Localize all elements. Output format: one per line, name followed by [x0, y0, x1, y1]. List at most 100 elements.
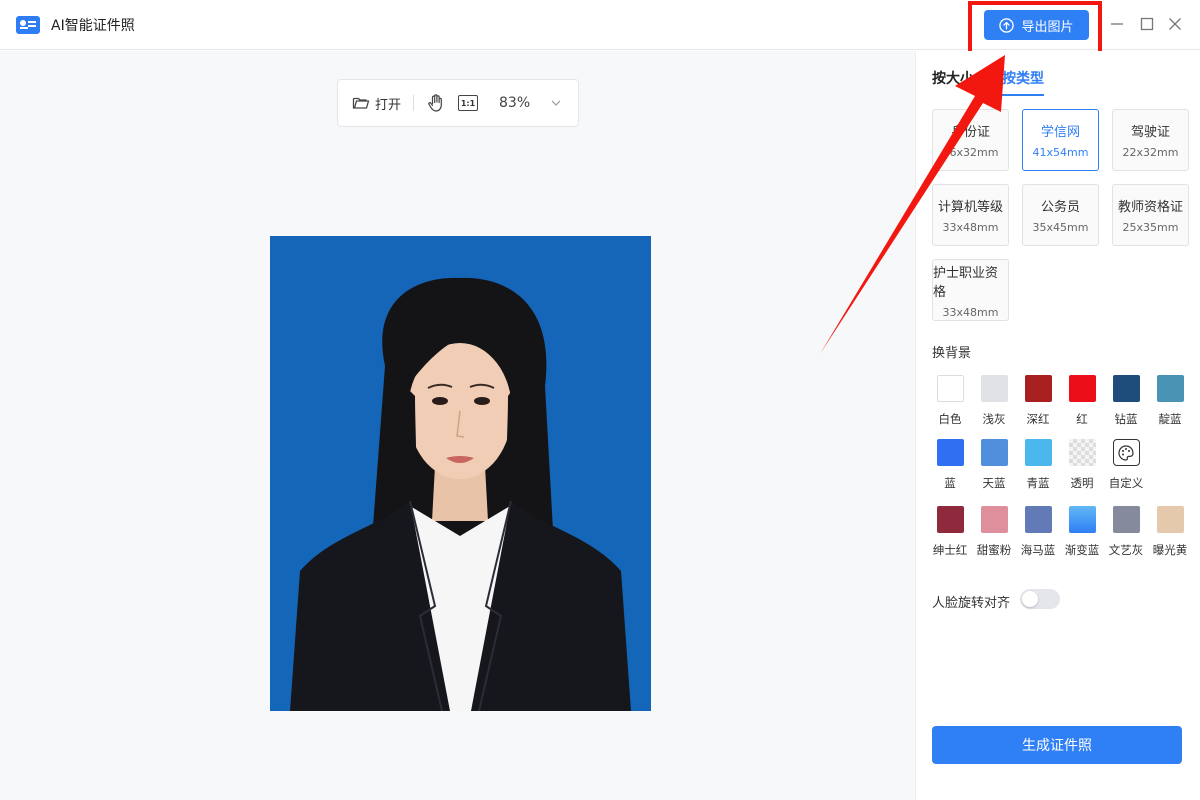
swatch-label: 透明	[1070, 476, 1094, 490]
swatch-label: 渐变蓝	[1064, 543, 1100, 557]
size-card-name: 驾驶证	[1130, 125, 1170, 140]
canvas-area: 打开 1:1 83%	[0, 51, 915, 800]
size-card-name: 身份证	[950, 125, 990, 140]
size-card[interactable]: 驾驶证 22x32mm	[1112, 109, 1189, 171]
swatch-label: 浅灰	[982, 412, 1006, 426]
tab-by-size[interactable]: 按大小	[932, 68, 974, 96]
generate-photo-button[interactable]: 生成证件照	[932, 726, 1182, 764]
background-swatch[interactable]: 天蓝	[974, 439, 1014, 491]
background-swatch[interactable]: 曝光黄	[1150, 506, 1190, 558]
color-swatch	[1024, 375, 1052, 402]
title-bar: AI智能证件照 导出图片	[0, 0, 1200, 55]
background-swatch[interactable]: 文艺灰	[1106, 506, 1146, 558]
open-label: 打开	[375, 97, 402, 113]
background-swatch[interactable]: 深红	[1018, 375, 1058, 427]
canvas-toolbar: 打开 1:1 83%	[337, 79, 579, 127]
swatch-label: 自定义	[1108, 476, 1144, 490]
background-swatch[interactable]: 浅灰	[974, 375, 1014, 427]
swatch-label: 白色	[938, 412, 962, 426]
background-swatch[interactable]: 透明	[1062, 439, 1102, 491]
background-swatch[interactable]: 钻蓝	[1106, 375, 1146, 427]
maximize-icon	[1140, 17, 1154, 31]
close-button[interactable]	[1166, 15, 1184, 33]
size-card-name: 计算机等级	[937, 200, 1003, 215]
background-swatch[interactable]: 海马蓝	[1018, 506, 1058, 558]
color-swatch	[1156, 506, 1184, 533]
size-card-dimensions: 41x54mm	[1032, 146, 1089, 159]
size-card[interactable]: 教师资格证 25x35mm	[1112, 184, 1189, 246]
color-swatch	[1156, 375, 1184, 402]
export-image-button[interactable]: 导出图片	[984, 10, 1089, 40]
transparent-swatch	[1068, 439, 1096, 466]
size-card-dimensions: 22x32mm	[1122, 146, 1179, 159]
id-card-icon	[16, 16, 40, 34]
minimize-button[interactable]	[1108, 15, 1126, 33]
size-card[interactable]: 公务员 35x45mm	[1022, 184, 1099, 246]
color-swatch	[980, 375, 1008, 402]
swatch-label: 深红	[1026, 412, 1050, 426]
color-swatch	[1068, 375, 1096, 402]
minimize-icon	[1111, 23, 1123, 25]
swatch-label: 靛蓝	[1158, 412, 1182, 426]
size-card-name: 公务员	[1040, 200, 1080, 215]
swatch-label: 甜蜜粉	[976, 543, 1012, 557]
size-card-name: 学信网	[1040, 125, 1080, 140]
size-card-dimensions: 25x35mm	[1122, 221, 1179, 234]
tab-bar: 按大小 按类型	[932, 68, 1044, 96]
color-swatch	[980, 506, 1008, 533]
color-swatch	[1024, 439, 1052, 466]
color-swatch	[1112, 375, 1140, 402]
gradient-swatch	[1068, 506, 1096, 533]
settings-panel: 按大小 按类型 身份证 26x32mm 学信网 41x54mm 驾驶证 22x32mm 计算…	[915, 51, 1200, 800]
export-image-label: 导出图片	[1021, 19, 1074, 35]
size-card-name: 教师资格证	[1117, 200, 1183, 215]
color-swatch	[936, 506, 964, 533]
swatch-label: 天蓝	[982, 476, 1006, 490]
id-photo-preview	[270, 236, 651, 711]
background-swatch[interactable]: 青蓝	[1018, 439, 1058, 491]
swatch-label: 海马蓝	[1020, 543, 1056, 557]
background-swatch[interactable]: 绅士红	[930, 506, 970, 558]
background-swatch[interactable]: 甜蜜粉	[974, 506, 1014, 558]
swatch-label: 钻蓝	[1114, 412, 1138, 426]
size-card[interactable]: 护士职业资格 33x48mm	[932, 259, 1009, 321]
background-section-title: 换背景	[932, 346, 972, 361]
face-align-toggle[interactable]	[1020, 589, 1060, 609]
swatch-label: 文艺灰	[1108, 543, 1144, 557]
size-card-dimensions: 33x48mm	[942, 221, 999, 234]
upload-icon	[999, 17, 1015, 33]
color-swatch	[936, 439, 964, 466]
person-portrait	[290, 277, 631, 711]
hand-tool-icon[interactable]	[426, 93, 446, 113]
close-icon	[1169, 18, 1181, 30]
swatch-label: 绅士红	[932, 543, 968, 557]
maximize-button[interactable]	[1138, 15, 1156, 33]
toolbar-divider	[413, 95, 415, 111]
background-swatch[interactable]: 红	[1062, 375, 1102, 427]
swatch-label: 红	[1076, 412, 1088, 426]
size-card[interactable]: 学信网 41x54mm	[1022, 109, 1099, 171]
face-align-label: 人脸旋转对齐	[932, 596, 1011, 611]
zoom-level[interactable]: 83%	[499, 95, 530, 111]
background-swatch[interactable]: 蓝	[930, 439, 970, 491]
actual-size-button[interactable]: 1:1	[458, 95, 479, 111]
size-card-dimensions: 35x45mm	[1032, 221, 1089, 234]
swatch-label: 蓝	[944, 476, 956, 490]
folder-icon	[352, 97, 370, 109]
color-swatch	[936, 375, 964, 402]
size-card[interactable]: 计算机等级 33x48mm	[932, 184, 1009, 246]
tab-by-type[interactable]: 按类型	[1002, 68, 1044, 96]
open-button[interactable]: 打开	[352, 94, 401, 113]
color-swatch	[980, 439, 1008, 466]
app-title: AI智能证件照	[51, 18, 135, 34]
background-swatch[interactable]: 靛蓝	[1150, 375, 1190, 427]
size-card-dimensions: 26x32mm	[942, 146, 999, 159]
background-swatch[interactable]: 渐变蓝	[1062, 506, 1102, 558]
chevron-down-icon[interactable]	[550, 97, 562, 109]
background-swatch[interactable]: 白色	[930, 375, 970, 427]
background-swatch[interactable]: 自定义	[1106, 439, 1146, 491]
size-card-name: 护士职业资格	[933, 265, 999, 300]
size-card-dimensions: 33x48mm	[942, 305, 999, 319]
swatch-label: 曝光黄	[1152, 543, 1188, 557]
size-card[interactable]: 身份证 26x32mm	[932, 109, 1009, 171]
